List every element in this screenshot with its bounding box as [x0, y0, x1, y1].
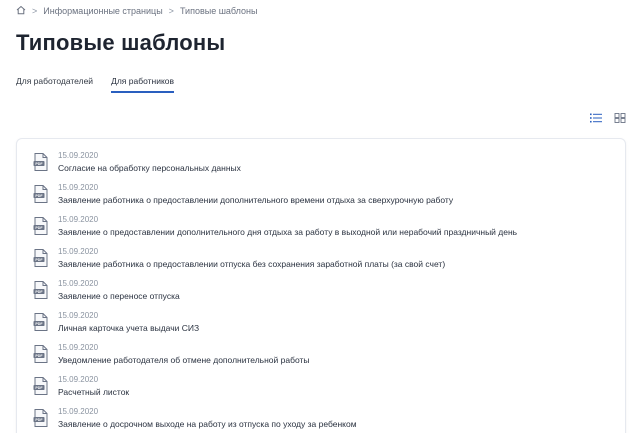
document-date: 15.09.2020 — [58, 215, 99, 224]
document-text: 15.09.2020 Заявление о досрочном выходе н… — [58, 407, 357, 430]
svg-text:PDF: PDF — [35, 354, 43, 358]
document-item[interactable]: PDF 15.09.2020 Заявление работника о предо… — [17, 183, 625, 215]
pdf-icon: PDF — [33, 215, 58, 240]
pdf-icon: PDF — [33, 151, 58, 176]
document-text: 15.09.2020 Расчетный листок — [58, 375, 129, 398]
home-icon[interactable] — [16, 5, 26, 17]
tab-for-employers[interactable]: Для работодателей — [16, 76, 93, 93]
document-date: 15.09.2020 — [58, 279, 99, 288]
document-text: 15.09.2020 Личная карточка учета выдачи С… — [58, 311, 199, 334]
page-title: Типовые шаблоны — [16, 30, 226, 55]
document-text: 15.09.2020 Заявление работника о предоста… — [58, 247, 445, 270]
svg-text:PDF: PDF — [35, 322, 43, 326]
svg-text:PDF: PDF — [35, 226, 43, 230]
tab-for-employees[interactable]: Для работников — [111, 76, 174, 93]
tabs: Для работодателей Для работников — [16, 76, 174, 93]
document-title-link[interactable]: Уведомление работодателя об отмене допол… — [58, 354, 310, 366]
document-item[interactable]: PDF 15.09.2020 Заявление работника о предо… — [17, 247, 625, 279]
pdf-icon: PDF — [33, 407, 58, 432]
document-item[interactable]: PDF 15.09.2020 Заявление о предоставлении … — [17, 215, 625, 247]
pdf-icon: PDF — [33, 279, 58, 304]
pdf-icon: PDF — [33, 343, 58, 368]
svg-text:PDF: PDF — [35, 162, 43, 166]
document-item[interactable]: PDF 15.09.2020 Уведомление работодателя об… — [17, 343, 625, 375]
document-title-link[interactable]: Заявление работника о предоставлении отп… — [58, 258, 445, 270]
svg-text:PDF: PDF — [35, 194, 43, 198]
pdf-icon: PDF — [33, 375, 58, 400]
document-item[interactable]: PDF 15.09.2020 Заявление о переносе отпуск… — [17, 279, 625, 311]
document-title-link[interactable]: Заявление о предоставлении дополнительно… — [58, 226, 517, 238]
document-date: 15.09.2020 — [58, 311, 99, 320]
document-title-link[interactable]: Заявление о переносе отпуска — [58, 290, 180, 302]
document-date: 15.09.2020 — [58, 183, 99, 192]
document-date: 15.09.2020 — [58, 407, 99, 416]
document-date: 15.09.2020 — [58, 375, 99, 384]
document-text: 15.09.2020 Уведомление работодателя об от… — [58, 343, 310, 366]
document-date: 15.09.2020 — [58, 343, 99, 352]
document-text: 15.09.2020 Заявление о предоставлении доп… — [58, 215, 517, 238]
document-title-link[interactable]: Заявление о досрочном выходе на работу и… — [58, 418, 357, 430]
document-text: 15.09.2020 Заявление о переносе отпуска — [58, 279, 180, 302]
document-date: 15.09.2020 — [58, 247, 99, 256]
breadcrumb-separator: > — [32, 6, 38, 16]
breadcrumb-item-info-pages[interactable]: Информационные страницы — [43, 6, 162, 16]
document-item[interactable]: PDF 15.09.2020 Согласие на обработку персо… — [17, 151, 625, 183]
document-item[interactable]: PDF 15.09.2020 Личная карточка учета выдач… — [17, 311, 625, 343]
document-title-link[interactable]: Личная карточка учета выдачи СИЗ — [58, 322, 199, 334]
documents-card: PDF 15.09.2020 Согласие на обработку персо… — [16, 138, 626, 433]
document-item[interactable]: PDF 15.09.2020 Расчетный листок — [17, 375, 625, 407]
pdf-icon: PDF — [33, 311, 58, 336]
svg-text:PDF: PDF — [35, 258, 43, 262]
document-text: 15.09.2020 Согласие на обработку персонал… — [58, 151, 241, 174]
grid-view-icon[interactable] — [614, 110, 626, 128]
document-date: 15.09.2020 — [58, 151, 99, 160]
breadcrumb: > Информационные страницы > Типовые шабл… — [16, 5, 257, 17]
document-title-link[interactable]: Заявление работника о предоставлении доп… — [58, 194, 453, 206]
view-toggles — [590, 110, 626, 128]
document-text: 15.09.2020 Заявление работника о предоста… — [58, 183, 453, 206]
list-view-icon[interactable] — [590, 110, 602, 128]
svg-text:PDF: PDF — [35, 418, 43, 422]
documents-list: PDF 15.09.2020 Согласие на обработку персо… — [17, 139, 625, 433]
breadcrumb-separator: > — [168, 6, 174, 16]
breadcrumb-item-templates: Типовые шаблоны — [179, 6, 258, 16]
document-title-link[interactable]: Согласие на обработку персональных данны… — [58, 162, 241, 174]
pdf-icon: PDF — [33, 247, 58, 272]
pdf-icon: PDF — [33, 183, 58, 208]
document-item[interactable]: PDF 15.09.2020 Заявление о досрочном выход… — [17, 407, 625, 433]
svg-text:PDF: PDF — [35, 386, 43, 390]
svg-text:PDF: PDF — [35, 290, 43, 294]
document-title-link[interactable]: Расчетный листок — [58, 386, 129, 398]
